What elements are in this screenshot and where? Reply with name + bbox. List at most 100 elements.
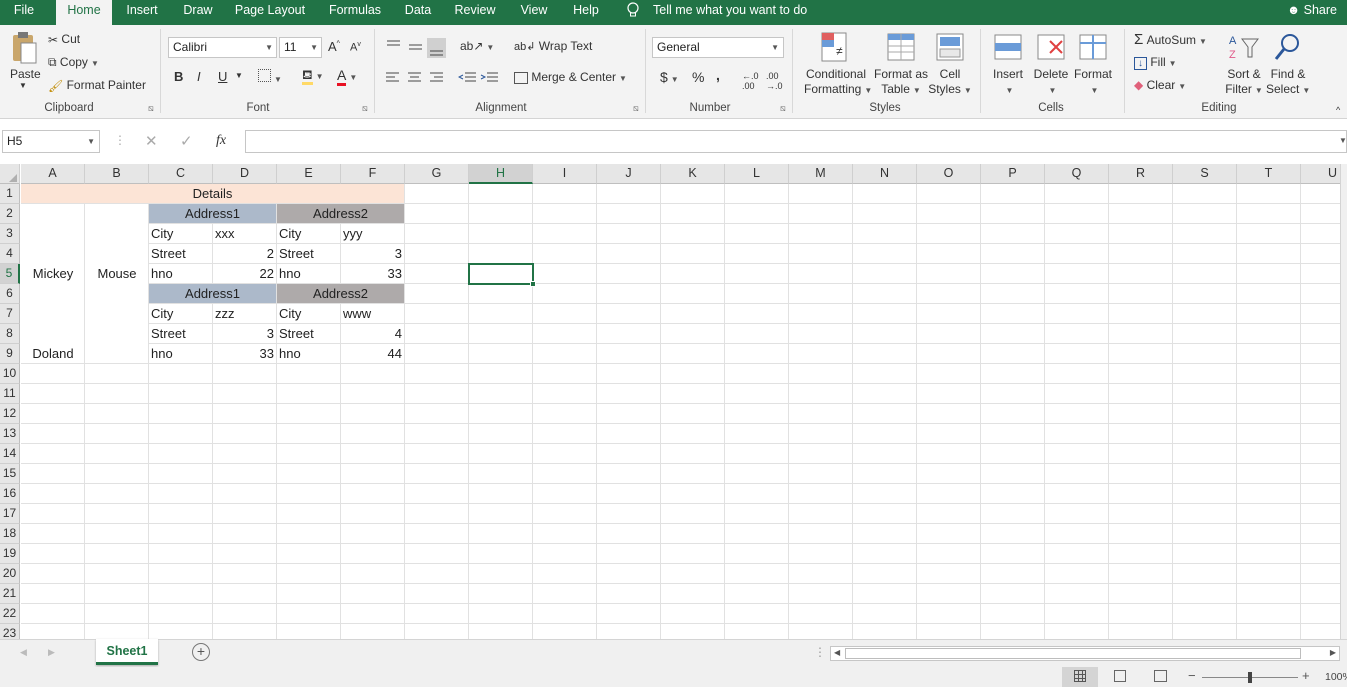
bold-button[interactable]: B xyxy=(174,69,183,84)
format-as-table-button[interactable]: Format as Table ▼ xyxy=(873,67,929,98)
clear-button[interactable]: ◆ Clear ▼ xyxy=(1134,78,1186,92)
row-header[interactable]: 4 xyxy=(0,244,20,264)
merge-center-button[interactable]: Merge & Center ▼ xyxy=(514,70,627,84)
column-header[interactable]: K xyxy=(661,164,725,184)
tab-help[interactable]: Help xyxy=(564,0,608,25)
cell[interactable]: 2 xyxy=(213,244,277,264)
column-header[interactable]: T xyxy=(1237,164,1301,184)
cell[interactable]: hno xyxy=(277,344,341,364)
column-header[interactable]: D xyxy=(213,164,277,184)
underline-button[interactable]: U xyxy=(218,69,227,84)
borders-button[interactable]: ▼ xyxy=(258,69,282,85)
horizontal-scrollbar[interactable]: ◀ ▶ xyxy=(830,646,1340,661)
enter-checkmark-icon[interactable]: ✓ xyxy=(180,132,193,150)
column-header[interactable]: S xyxy=(1173,164,1237,184)
row-header[interactable]: 14 xyxy=(0,444,20,464)
cell[interactable]: City xyxy=(277,304,341,324)
normal-view-button[interactable] xyxy=(1062,667,1098,687)
tab-insert[interactable]: Insert xyxy=(118,0,166,25)
scroll-right-icon[interactable]: ▶ xyxy=(48,647,55,658)
row-header[interactable]: 18 xyxy=(0,524,20,544)
row-header[interactable]: 9 xyxy=(0,344,20,364)
number-launcher-icon[interactable]: ⧅ xyxy=(780,103,786,114)
collapse-ribbon-icon[interactable]: ^ xyxy=(1336,105,1340,115)
insert-cells-button[interactable]: Insert ▼ xyxy=(990,67,1026,98)
row-header[interactable]: 17 xyxy=(0,504,20,524)
paste-label[interactable]: Paste xyxy=(10,67,41,81)
column-header[interactable]: J xyxy=(597,164,661,184)
paste-dropdown-icon[interactable]: ▼ xyxy=(19,81,27,90)
column-header[interactable]: C xyxy=(149,164,213,184)
font-size-box[interactable]: 11 ▼ xyxy=(279,37,322,58)
column-header[interactable]: G xyxy=(405,164,469,184)
row-header[interactable]: 20 xyxy=(0,564,20,584)
row-header[interactable]: 22 xyxy=(0,604,20,624)
scroll-left-arrow-icon[interactable]: ◀ xyxy=(834,648,840,657)
zoom-slider[interactable] xyxy=(1202,672,1298,683)
cell[interactable]: City xyxy=(277,224,341,244)
wrap-text-button[interactable]: ab↲ Wrap Text xyxy=(514,39,592,53)
cell-address2-header[interactable]: Address2 xyxy=(277,284,405,304)
horizontal-align-icons[interactable] xyxy=(384,71,448,85)
row-header[interactable]: 10 xyxy=(0,364,20,384)
cell[interactable]: City xyxy=(149,304,213,324)
scroll-right-arrow-icon[interactable]: ▶ xyxy=(1330,648,1336,657)
worksheet-grid[interactable]: A B C D E F G H I J K L M N O P Q R S T … xyxy=(0,164,1340,639)
cell[interactable]: City xyxy=(149,224,213,244)
row-header-selected[interactable]: 5 xyxy=(0,264,20,284)
cell[interactable]: Street xyxy=(277,324,341,344)
tab-data[interactable]: Data xyxy=(398,0,438,25)
font-launcher-icon[interactable]: ⧅ xyxy=(362,103,368,114)
row-header[interactable]: 2 xyxy=(0,204,20,224)
cell[interactable]: 3 xyxy=(341,244,405,264)
tell-me-search[interactable]: Tell me what you want to do xyxy=(653,0,807,22)
autosum-button[interactable]: Σ AutoSum ▼ xyxy=(1134,31,1207,48)
cut-button[interactable]: ✂ Cut xyxy=(48,32,80,47)
column-header[interactable]: I xyxy=(533,164,597,184)
cell[interactable]: 22 xyxy=(213,264,277,284)
cell[interactable]: hno xyxy=(277,264,341,284)
cell-address1-header[interactable]: Address1 xyxy=(149,284,277,304)
row-header[interactable]: 13 xyxy=(0,424,20,444)
row-header[interactable]: 8 xyxy=(0,324,20,344)
row-header[interactable]: 23 xyxy=(0,624,20,639)
cell[interactable]: 33 xyxy=(341,264,405,284)
column-header[interactable]: N xyxy=(853,164,917,184)
column-header[interactable]: F xyxy=(341,164,405,184)
row-header[interactable]: 3 xyxy=(0,224,20,244)
cell[interactable]: xxx xyxy=(213,224,277,244)
column-header[interactable]: P xyxy=(981,164,1045,184)
underline-dropdown-icon[interactable]: ▼ xyxy=(235,71,243,80)
number-format-box[interactable]: General ▼ xyxy=(652,37,784,58)
tab-draw[interactable]: Draw xyxy=(176,0,220,25)
cancel-icon[interactable]: ✕ xyxy=(145,132,158,150)
increase-decimal-icon[interactable]: ←.0.00 xyxy=(742,71,759,91)
cell-details-header[interactable]: Details xyxy=(21,184,405,204)
active-cell-selection[interactable] xyxy=(468,263,536,287)
tab-formulas[interactable]: Formulas xyxy=(324,0,386,25)
cell-address1-header[interactable]: Address1 xyxy=(149,204,277,224)
row-header[interactable]: 19 xyxy=(0,544,20,564)
split-handle-icon[interactable]: ⋮ xyxy=(814,645,826,659)
row-header[interactable]: 12 xyxy=(0,404,20,424)
column-header[interactable]: A xyxy=(21,164,85,184)
row-header[interactable]: 21 xyxy=(0,584,20,604)
cell[interactable]: hno xyxy=(149,344,213,364)
formula-input[interactable] xyxy=(245,130,1347,153)
cell-first-name[interactable]: Doland xyxy=(21,344,85,364)
cell[interactable]: yyy xyxy=(341,224,405,244)
fill-button[interactable]: ↓ Fill ▼ xyxy=(1134,55,1177,70)
tab-file[interactable]: File xyxy=(0,0,48,25)
scroll-left-icon[interactable]: ◀ xyxy=(20,647,27,658)
tab-review[interactable]: Review xyxy=(450,0,500,25)
column-header[interactable]: M xyxy=(789,164,853,184)
format-cells-button[interactable]: Format ▼ xyxy=(1072,67,1114,98)
conditional-formatting-button[interactable]: Conditional Formatting ▼ xyxy=(804,67,872,98)
row-header[interactable]: 11 xyxy=(0,384,20,404)
column-header-selected[interactable]: H xyxy=(469,164,533,184)
paste-button[interactable] xyxy=(10,31,40,68)
name-box[interactable]: H5 ▼ xyxy=(2,130,100,153)
font-color-button[interactable]: A ▼ xyxy=(337,67,357,86)
cell[interactable]: Street xyxy=(149,244,213,264)
decrease-font-icon[interactable]: Av xyxy=(350,41,361,54)
